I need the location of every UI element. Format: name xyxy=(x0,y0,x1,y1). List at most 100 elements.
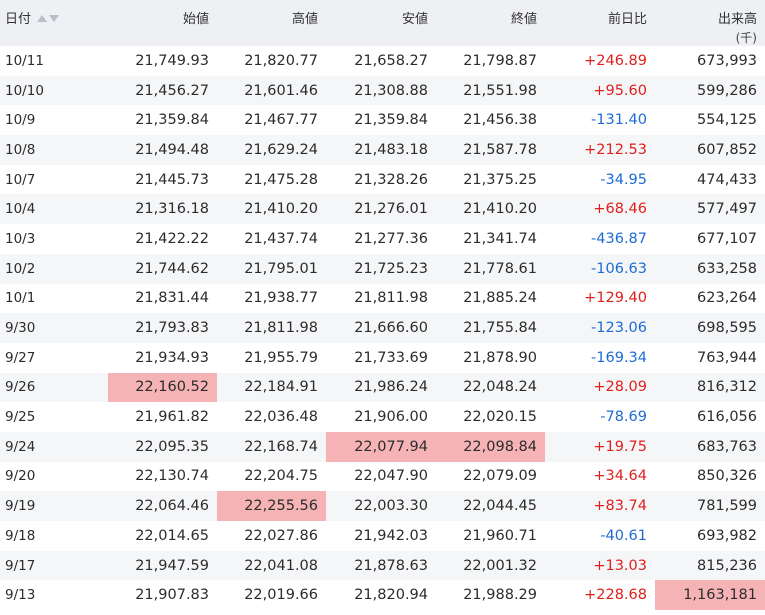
cell-change: -436.87 xyxy=(545,224,655,254)
cell-date: 9/13 xyxy=(0,580,108,611)
cell-low: 21,276.01 xyxy=(326,194,436,225)
cell-low: 21,820.94 xyxy=(326,580,436,611)
cell-low: 21,733.69 xyxy=(326,342,436,373)
cell-volume: 815,236 xyxy=(655,550,765,581)
cell-volume: 474,433 xyxy=(655,164,765,195)
cell-change: +13.03 xyxy=(545,550,655,581)
column-header-close: 終値 xyxy=(436,0,545,46)
cell-open: 21,494.48 xyxy=(108,135,217,165)
cell-change: +228.68 xyxy=(545,580,655,611)
header-row: 日付 始値 高値 安値 終値 前日比 出来高 (千) xyxy=(0,0,765,46)
cell-volume: 616,056 xyxy=(655,402,765,432)
table-row: 10/8 21,494.48 21,629.24 21,483.18 21,587.78… xyxy=(0,135,765,165)
table-row: 10/7 21,445.73 21,475.28 21,328.26 21,375.25… xyxy=(0,164,765,195)
table-row: 10/1 21,831.44 21,938.77 21,811.98 21,885.24… xyxy=(0,283,765,314)
sort-descending-icon[interactable] xyxy=(49,15,60,22)
cell-low: 21,666.60 xyxy=(326,313,436,343)
cell-open: 21,961.82 xyxy=(108,402,217,432)
cell-change: +246.89 xyxy=(545,46,655,76)
cell-high: 21,820.77 xyxy=(217,46,326,76)
cell-open: 21,793.83 xyxy=(108,313,217,343)
cell-high: 21,601.46 xyxy=(217,75,326,106)
cell-high: 21,629.24 xyxy=(217,135,326,165)
cell-open: 21,947.59 xyxy=(108,550,217,581)
cell-date: 10/1 xyxy=(0,283,108,314)
cell-high: 22,041.08 xyxy=(217,550,326,581)
cell-date: 9/17 xyxy=(0,550,108,581)
cell-change: +95.60 xyxy=(545,75,655,106)
cell-open: 22,160.52 xyxy=(108,372,217,403)
cell-high: 22,204.75 xyxy=(217,461,326,492)
cell-open: 21,359.84 xyxy=(108,105,217,136)
table-row: 9/26 22,160.52 22,184.91 21,986.24 22,048.24… xyxy=(0,372,765,403)
cell-close: 21,375.25 xyxy=(436,164,545,195)
cell-low: 21,986.24 xyxy=(326,372,436,403)
table-row: 9/24 22,095.35 22,168.74 22,077.94 22,098.84… xyxy=(0,431,765,462)
cell-volume: 698,595 xyxy=(655,313,765,343)
cell-close: 21,778.61 xyxy=(436,253,545,284)
column-header-high: 高値 xyxy=(217,0,326,46)
table-row: 10/3 21,422.22 21,437.74 21,277.36 21,341.74… xyxy=(0,224,765,254)
column-header-date[interactable]: 日付 xyxy=(0,0,108,46)
table-row: 10/10 21,456.27 21,601.46 21,308.88 21,551.9… xyxy=(0,75,765,106)
column-header-open: 始値 xyxy=(108,0,217,46)
cell-open: 22,014.65 xyxy=(108,521,217,551)
cell-change: +19.75 xyxy=(545,431,655,462)
cell-volume: 763,944 xyxy=(655,342,765,373)
cell-open: 22,130.74 xyxy=(108,461,217,492)
table-row: 10/9 21,359.84 21,467.77 21,359.84 21,456.38… xyxy=(0,105,765,136)
cell-change: -34.95 xyxy=(545,164,655,195)
table-row: 9/30 21,793.83 21,811.98 21,666.60 21,755.84… xyxy=(0,313,765,343)
cell-change: -123.06 xyxy=(545,313,655,343)
cell-close: 21,341.74 xyxy=(436,224,545,254)
cell-open: 22,095.35 xyxy=(108,431,217,462)
cell-date: 10/7 xyxy=(0,164,108,195)
cell-change: -131.40 xyxy=(545,105,655,136)
cell-close: 22,044.45 xyxy=(436,491,545,521)
cell-volume: 607,852 xyxy=(655,135,765,165)
cell-high: 21,475.28 xyxy=(217,164,326,195)
cell-low: 21,658.27 xyxy=(326,46,436,76)
cell-open: 21,456.27 xyxy=(108,75,217,106)
cell-high: 22,027.86 xyxy=(217,521,326,551)
cell-date: 9/20 xyxy=(0,461,108,492)
cell-volume: 599,286 xyxy=(655,75,765,106)
cell-close: 21,755.84 xyxy=(436,313,545,343)
sort-ascending-icon[interactable] xyxy=(37,15,48,22)
cell-close: 21,988.29 xyxy=(436,580,545,611)
sort-control[interactable] xyxy=(37,11,61,26)
cell-date: 10/9 xyxy=(0,105,108,136)
cell-close: 21,587.78 xyxy=(436,135,545,165)
cell-volume: 677,107 xyxy=(655,224,765,254)
table-row: 9/27 21,934.93 21,955.79 21,733.69 21,878.90… xyxy=(0,342,765,373)
cell-high: 22,168.74 xyxy=(217,431,326,462)
cell-date: 9/18 xyxy=(0,521,108,551)
cell-change: +34.64 xyxy=(545,461,655,492)
cell-open: 21,316.18 xyxy=(108,194,217,225)
cell-close: 22,001.32 xyxy=(436,550,545,581)
cell-date: 10/10 xyxy=(0,75,108,106)
cell-open: 21,422.22 xyxy=(108,224,217,254)
cell-volume: 781,599 xyxy=(655,491,765,521)
cell-change: -78.69 xyxy=(545,402,655,432)
cell-open: 22,064.46 xyxy=(108,491,217,521)
cell-open: 21,907.83 xyxy=(108,580,217,611)
cell-open: 21,744.62 xyxy=(108,253,217,284)
cell-high: 22,036.48 xyxy=(217,402,326,432)
cell-volume: 683,763 xyxy=(655,431,765,462)
cell-low: 21,359.84 xyxy=(326,105,436,136)
cell-close: 21,878.90 xyxy=(436,342,545,373)
table-row: 10/2 21,744.62 21,795.01 21,725.23 21,778.61… xyxy=(0,253,765,284)
cell-change: -40.61 xyxy=(545,521,655,551)
cell-change: +212.53 xyxy=(545,135,655,165)
cell-volume: 623,264 xyxy=(655,283,765,314)
cell-high: 21,811.98 xyxy=(217,313,326,343)
cell-volume: 816,312 xyxy=(655,372,765,403)
cell-close: 21,885.24 xyxy=(436,283,545,314)
table-row: 10/4 21,316.18 21,410.20 21,276.01 21,410.20… xyxy=(0,194,765,225)
table-row: 9/20 22,130.74 22,204.75 22,047.90 22,079.09… xyxy=(0,461,765,492)
cell-open: 21,445.73 xyxy=(108,164,217,195)
cell-close: 22,098.84 xyxy=(436,431,545,462)
cell-low: 22,077.94 xyxy=(326,431,436,462)
cell-open: 21,934.93 xyxy=(108,342,217,373)
